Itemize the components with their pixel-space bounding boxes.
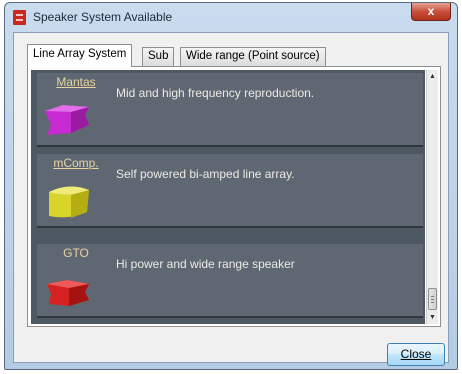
window-close-button[interactable]: x — [411, 3, 451, 21]
magenta-speaker-icon[interactable] — [41, 101, 93, 141]
title-bar: Speaker System Available x — [5, 3, 457, 31]
scroll-down-arrow-icon[interactable]: ▼ — [427, 312, 438, 324]
speaker-system-window: Speaker System Available x Line Array Sy… — [4, 2, 458, 370]
app-icon — [13, 10, 26, 25]
dialog-body: Line Array System Sub Wide range (Point … — [13, 32, 449, 366]
tab-wide-range[interactable]: Wide range (Point source) — [180, 47, 326, 66]
red-speaker-icon[interactable] — [41, 272, 93, 312]
tab-sub[interactable]: Sub — [142, 47, 175, 66]
scrollbar-thumb[interactable] — [428, 288, 437, 310]
speaker-item-mantas[interactable]: Mantas Mid and high frequency reproducti… — [37, 73, 423, 147]
close-button[interactable]: Close — [387, 343, 445, 366]
speaker-item-gto[interactable]: GTO Hi power and wide range speaker — [37, 244, 423, 318]
yellow-speaker-icon[interactable] — [41, 182, 93, 222]
speaker-name-link[interactable]: mComp. — [37, 156, 115, 170]
speaker-name[interactable]: GTO — [37, 246, 115, 260]
scroll-up-arrow-icon[interactable]: ▲ — [427, 71, 438, 83]
close-button-label: Close — [400, 347, 432, 361]
speaker-description: Self powered bi-amped line array. — [116, 167, 295, 181]
speaker-list: Mantas Mid and high frequency reproducti… — [31, 70, 425, 324]
speaker-description: Hi power and wide range speaker — [116, 257, 295, 271]
speaker-description: Mid and high frequency reproduction. — [116, 86, 315, 100]
tab-line-array-system[interactable]: Line Array System — [27, 44, 133, 67]
speaker-name-link[interactable]: Mantas — [37, 75, 115, 89]
window-title: Speaker System Available — [33, 10, 173, 24]
vertical-scrollbar[interactable]: ▲ ▼ — [426, 70, 438, 324]
tab-panel: Mantas Mid and high frequency reproducti… — [27, 66, 441, 327]
speaker-item-mcomp[interactable]: mComp. Self powered bi-amped line array. — [37, 154, 423, 228]
